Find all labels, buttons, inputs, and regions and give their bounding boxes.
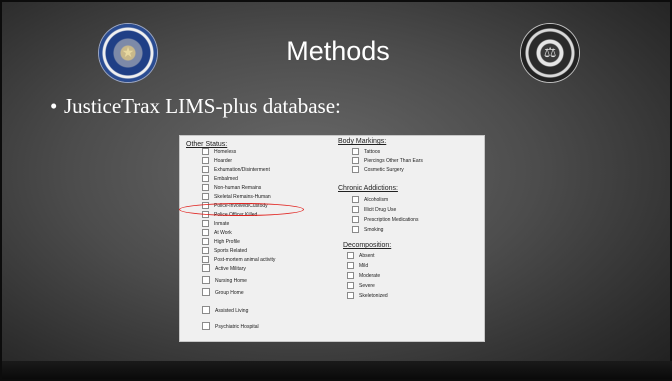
- lims-form-screenshot: Other Status: Homeless Hoarder Exhumatio…: [179, 135, 485, 342]
- checkbox-row-nursing-home[interactable]: Nursing Home: [202, 276, 247, 286]
- chronic-addictions-heading: Chronic Addictions:: [338, 185, 398, 192]
- checkbox[interactable]: [202, 219, 209, 227]
- checkbox-row-exhumation[interactable]: Exhumation/Disinterment: [202, 165, 270, 175]
- checkbox[interactable]: [202, 174, 209, 182]
- checkbox[interactable]: [347, 291, 354, 299]
- bullet-text: JusticeTrax LIMS-plus database:: [64, 94, 341, 118]
- checkbox-row-assisted-living[interactable]: Assisted Living: [202, 306, 248, 316]
- checkbox[interactable]: [202, 288, 210, 297]
- checkbox[interactable]: [352, 215, 359, 223]
- checkbox-row-piercings[interactable]: Piercings Other Than Ears: [352, 156, 423, 166]
- star-seal-icon: ★: [121, 45, 135, 61]
- checkbox[interactable]: [352, 195, 359, 203]
- checkbox[interactable]: [202, 165, 209, 173]
- checkbox-row-alcoholism[interactable]: Alcoholism: [352, 195, 388, 205]
- checkbox[interactable]: [202, 264, 210, 273]
- checkbox-row-homeless[interactable]: Homeless: [202, 147, 236, 157]
- checkbox-row-post-mortem-animal[interactable]: Post-mortem animal activity: [202, 255, 275, 265]
- slide: ★ ⚖ Methods • JusticeTrax LIMS-plus datab…: [0, 0, 672, 381]
- checkbox[interactable]: [202, 147, 209, 155]
- checkbox[interactable]: [352, 165, 359, 173]
- checkbox[interactable]: [202, 192, 209, 200]
- checkbox[interactable]: [202, 276, 210, 285]
- body-markings-heading: Body Markings:: [338, 138, 387, 145]
- medical-examiner-seal: ⚖: [521, 24, 579, 82]
- checkbox-row-at-work[interactable]: At Work: [202, 228, 232, 238]
- checkbox-row-absent[interactable]: Absent: [347, 251, 375, 261]
- checkbox-row-sports-related[interactable]: Sports Related: [202, 246, 247, 256]
- slide-bottom-bar: [2, 361, 672, 379]
- slide-title: Methods: [286, 36, 390, 66]
- checkbox[interactable]: [202, 255, 209, 263]
- checkbox-row-embalmed[interactable]: Embalmed: [202, 174, 238, 184]
- checkbox[interactable]: [352, 156, 359, 164]
- checkbox-row-illicit-drug-use[interactable]: Illicit Drug Use: [352, 205, 396, 215]
- checkbox-row-non-human-remains[interactable]: Non-human Remains: [202, 183, 261, 193]
- checkbox[interactable]: [202, 237, 209, 245]
- dallas-county-seal: ★: [99, 24, 157, 82]
- checkbox[interactable]: [352, 205, 359, 213]
- checkbox[interactable]: [202, 306, 210, 315]
- checkbox[interactable]: [347, 281, 354, 289]
- checkbox-row-mild[interactable]: Mild: [347, 261, 368, 271]
- checkbox-row-moderate[interactable]: Moderate: [347, 271, 380, 281]
- checkbox-row-psychiatric-hospital[interactable]: Psychiatric Hospital: [202, 322, 259, 332]
- checkbox[interactable]: [347, 261, 354, 269]
- checkbox-row-inmate[interactable]: Inmate: [202, 219, 229, 229]
- checkbox-row-skeletal-remains[interactable]: Skeletal Remains-Human: [202, 192, 271, 202]
- checkbox-row-high-profile[interactable]: High Profile: [202, 237, 240, 247]
- checkbox[interactable]: [202, 322, 210, 331]
- bullet-item: • JusticeTrax LIMS-plus database:: [50, 94, 341, 119]
- checkbox[interactable]: [352, 225, 359, 233]
- checkbox-row-active-military[interactable]: Active Military: [202, 264, 246, 274]
- checkbox-row-skeletonized[interactable]: Skeletonized: [347, 291, 388, 301]
- decomposition-heading: Decomposition:: [343, 242, 392, 249]
- checkbox[interactable]: [347, 271, 354, 279]
- checkbox[interactable]: [202, 228, 209, 236]
- checkbox-row-prescription-medications[interactable]: Prescription Medications: [352, 215, 418, 225]
- checkbox[interactable]: [347, 251, 354, 259]
- checkbox-row-hoarder[interactable]: Hoarder: [202, 156, 232, 166]
- bullet-dot-icon: •: [50, 94, 58, 118]
- checkbox-row-severe[interactable]: Severe: [347, 281, 375, 291]
- checkbox-row-tattoos[interactable]: Tattoos: [352, 147, 380, 157]
- scales-seal-icon: ⚖: [543, 45, 557, 61]
- red-highlight-ellipse: [179, 203, 304, 216]
- checkbox[interactable]: [202, 183, 209, 191]
- checkbox[interactable]: [202, 156, 209, 164]
- checkbox-row-cosmetic-surgery[interactable]: Cosmetic Surgery: [352, 165, 404, 175]
- checkbox[interactable]: [352, 147, 359, 155]
- checkbox[interactable]: [202, 246, 209, 254]
- checkbox-row-group-home[interactable]: Group Home: [202, 288, 244, 298]
- checkbox-row-smoking[interactable]: Smoking: [352, 225, 383, 235]
